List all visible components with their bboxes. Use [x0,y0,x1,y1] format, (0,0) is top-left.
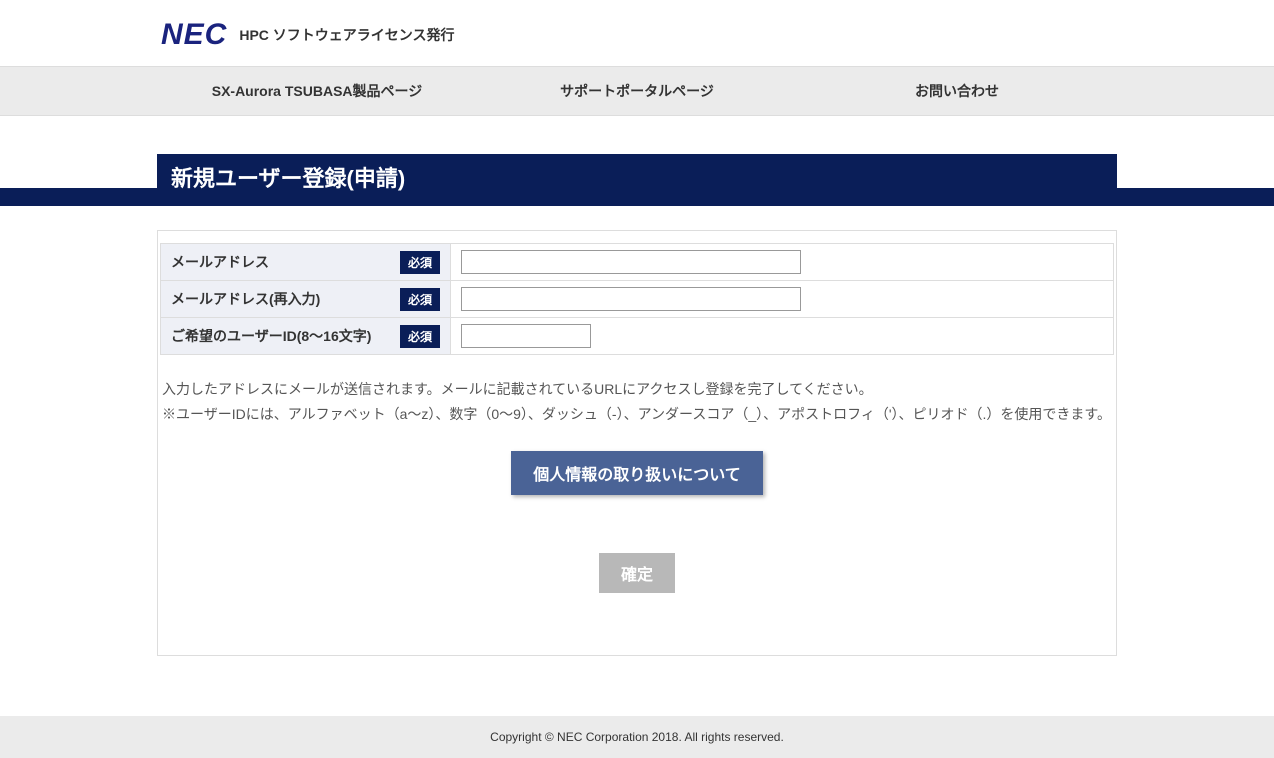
nav-contact[interactable]: お問い合わせ [797,67,1117,115]
confirm-button[interactable]: 確定 [599,553,675,593]
note-line-1: 入力したアドレスにメールが送信されます。メールに記載されているURLにアクセスし… [162,377,1112,402]
logo: NEC [161,18,227,52]
form-notes: 入力したアドレスにメールが送信されます。メールに記載されているURLにアクセスし… [158,355,1116,427]
required-badge: 必須 [400,325,440,348]
label-email-confirm: メールアドレス(再入力) [171,289,320,309]
required-badge: 必須 [400,288,440,311]
footer: Copyright © NEC Corporation 2018. All ri… [0,716,1274,758]
nav-product-page[interactable]: SX-Aurora TSUBASA製品ページ [157,67,477,115]
header-subtitle: HPC ソフトウェアライセンス発行 [239,25,454,45]
form-row-email: メールアドレス 必須 [161,244,1114,281]
note-line-2: ※ユーザーIDには、アルファベット（a～z）、数字（0～9）、ダッシュ（-）、ア… [162,402,1112,427]
required-badge: 必須 [400,251,440,274]
page-title: 新規ユーザー登録(申請) [157,154,1117,200]
email-input[interactable] [461,250,801,274]
label-email: メールアドレス [171,252,269,272]
label-userid: ご希望のユーザーID(8～16文字) [171,326,371,346]
header: NEC HPC ソフトウェアライセンス発行 [157,0,1117,66]
email-confirm-input[interactable] [461,287,801,311]
privacy-button[interactable]: 個人情報の取り扱いについて [511,451,763,495]
navbar: SX-Aurora TSUBASA製品ページ サポートポータルページ お問い合わ… [0,66,1274,116]
nav-support-portal[interactable]: サポートポータルページ [477,67,797,115]
form-box: メールアドレス 必須 メールアドレス(再入力) 必須 [157,230,1117,656]
form-row-userid: ご希望のユーザーID(8～16文字) 必須 [161,318,1114,355]
form-row-email-confirm: メールアドレス(再入力) 必須 [161,281,1114,318]
userid-input[interactable] [461,324,591,348]
form-table: メールアドレス 必須 メールアドレス(再入力) 必須 [160,243,1114,355]
